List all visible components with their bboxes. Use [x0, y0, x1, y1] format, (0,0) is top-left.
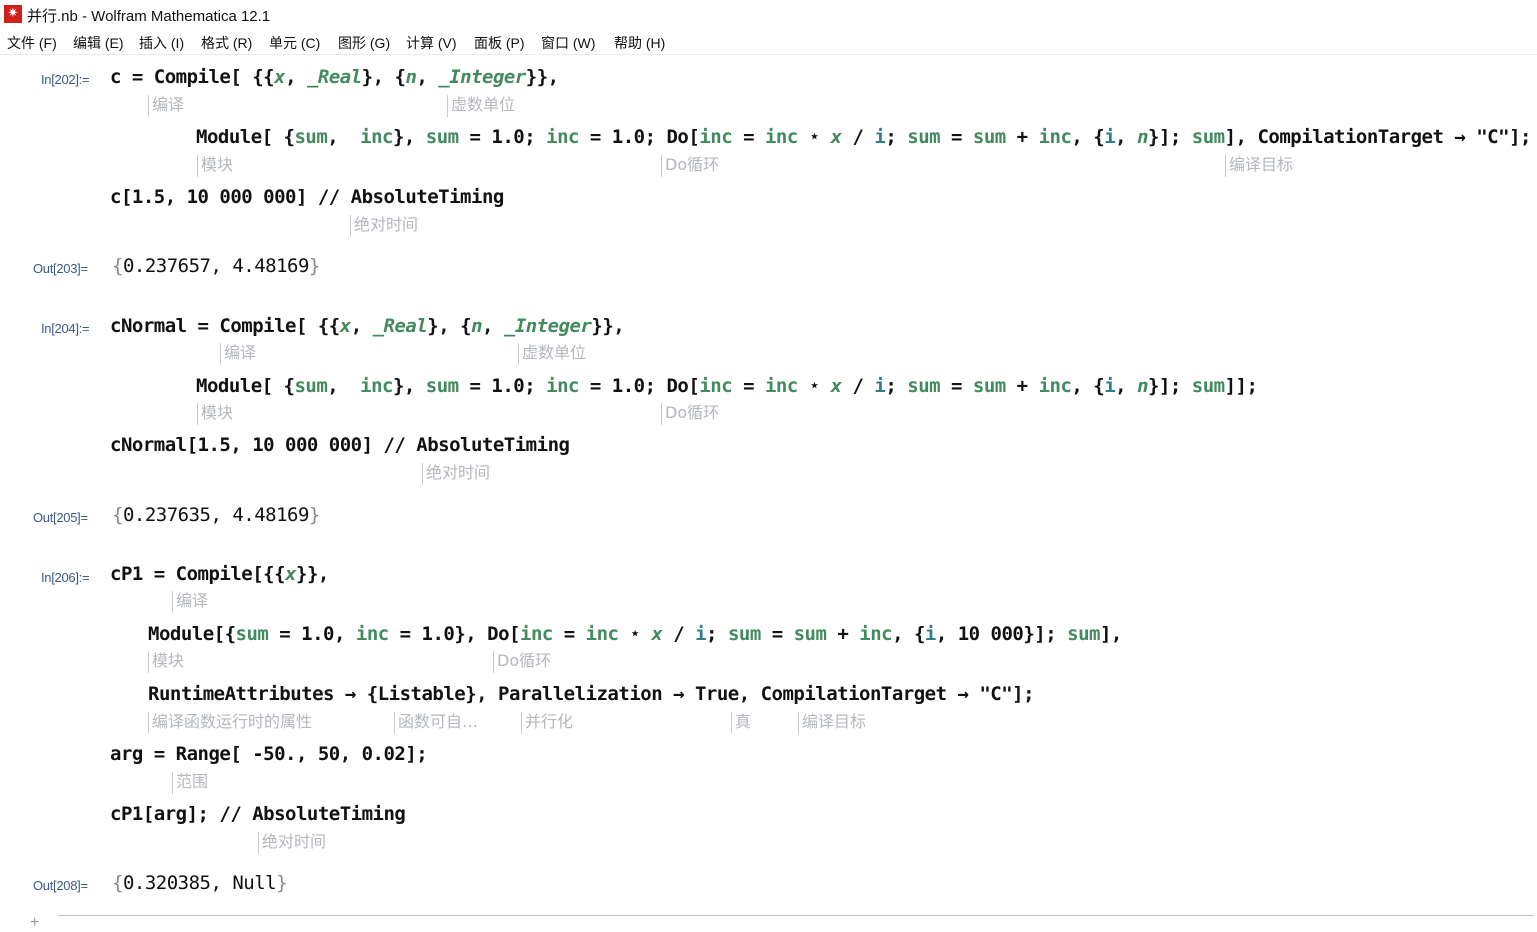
code-line[interactable]: Module[ {sum, inc}, sum = 1.0; inc = 1.0…	[196, 375, 1258, 397]
code-hint: 编译	[220, 343, 256, 365]
code-hint: 编译	[148, 95, 184, 117]
code-line[interactable]: cP1[arg]; // AbsoluteTiming	[110, 803, 406, 825]
cell-label-out205: Out[205]=	[33, 510, 88, 525]
output-value: {0.320385, Null}	[112, 872, 288, 894]
code-line[interactable]: cP1 = Compile[{{x}},	[110, 563, 329, 585]
cell-label-out203: Out[203]=	[33, 261, 88, 276]
code-hint: 虚数单位	[518, 343, 586, 365]
code-line[interactable]: RuntimeAttributes → {Listable}, Parallel…	[148, 683, 1035, 705]
code-line[interactable]: cNormal = Compile[ {{x, _Real}, {n, _Int…	[110, 315, 625, 337]
code-hint: 并行化	[521, 712, 573, 734]
menu-bar: 文件 (F) 编辑 (E) 插入 (I) 格式 (R) 单元 (C) 图形 (G…	[0, 30, 1537, 55]
window-title: 并行.nb - Wolfram Mathematica 12.1	[27, 8, 271, 25]
output-value: {0.237657, 4.48169}	[112, 255, 320, 277]
code-hint: 绝对时间	[422, 463, 490, 485]
code-hint: 范围	[172, 772, 208, 794]
code-hint: 模块	[197, 155, 233, 177]
cell-label-in206: In[206]:=	[41, 570, 90, 585]
code-line[interactable]: cNormal[1.5, 10 000 000] // AbsoluteTimi…	[110, 434, 570, 456]
cell-label-out208: Out[208]=	[33, 878, 88, 893]
code-line[interactable]: Module[{sum = 1.0, inc = 1.0}, Do[inc = …	[148, 623, 1122, 645]
mathematica-spikey-icon: ✷	[4, 5, 22, 23]
menu-file[interactable]: 文件 (F)	[7, 33, 57, 53]
menu-window[interactable]: 窗口 (W)	[541, 33, 595, 53]
menu-palettes[interactable]: 面板 (P)	[474, 33, 525, 53]
menu-evaluation[interactable]: 计算 (V)	[406, 33, 457, 53]
cell-label-in202: In[202]:=	[41, 72, 90, 87]
code-hint: 编译目标	[1225, 155, 1293, 177]
cell-insertion-line	[58, 915, 1534, 916]
add-cell-button[interactable]: +	[30, 914, 39, 932]
title-bar: ✷ 并行.nb - Wolfram Mathematica 12.1	[0, 0, 1537, 30]
code-hint: 模块	[197, 403, 233, 425]
menu-help[interactable]: 帮助 (H)	[614, 33, 665, 53]
code-hint: 编译函数运行时的属性	[148, 712, 312, 734]
code-line[interactable]: arg = Range[ -50., 50, 0.02];	[110, 743, 428, 765]
output-value: {0.237635, 4.48169}	[112, 504, 320, 526]
code-hint: 虚数单位	[447, 95, 515, 117]
menu-edit[interactable]: 编辑 (E)	[73, 33, 124, 53]
code-hint: 真	[731, 712, 751, 734]
code-hint: Do循环	[661, 403, 719, 425]
menu-cell[interactable]: 单元 (C)	[269, 33, 320, 53]
code-hint: 编译	[172, 591, 208, 613]
code-line[interactable]: Module[ {sum, inc}, sum = 1.0; inc = 1.0…	[196, 126, 1531, 148]
menu-insert[interactable]: 插入 (I)	[139, 33, 184, 53]
menu-format[interactable]: 格式 (R)	[201, 33, 252, 53]
code-hint: 绝对时间	[350, 215, 418, 237]
code-hint: 绝对时间	[258, 832, 326, 854]
code-hint: 编译目标	[798, 712, 866, 734]
code-hint: 函数可自…	[394, 712, 478, 734]
code-line[interactable]: c = Compile[ {{x, _Real}, {n, _Integer}}…	[110, 66, 559, 88]
code-hint: Do循环	[493, 651, 551, 673]
menu-graphics[interactable]: 图形 (G)	[338, 33, 390, 53]
cell-label-in204: In[204]:=	[41, 321, 90, 336]
code-hint: 模块	[148, 651, 184, 673]
code-line[interactable]: c[1.5, 10 000 000] // AbsoluteTiming	[110, 186, 504, 208]
code-hint: Do循环	[661, 155, 719, 177]
